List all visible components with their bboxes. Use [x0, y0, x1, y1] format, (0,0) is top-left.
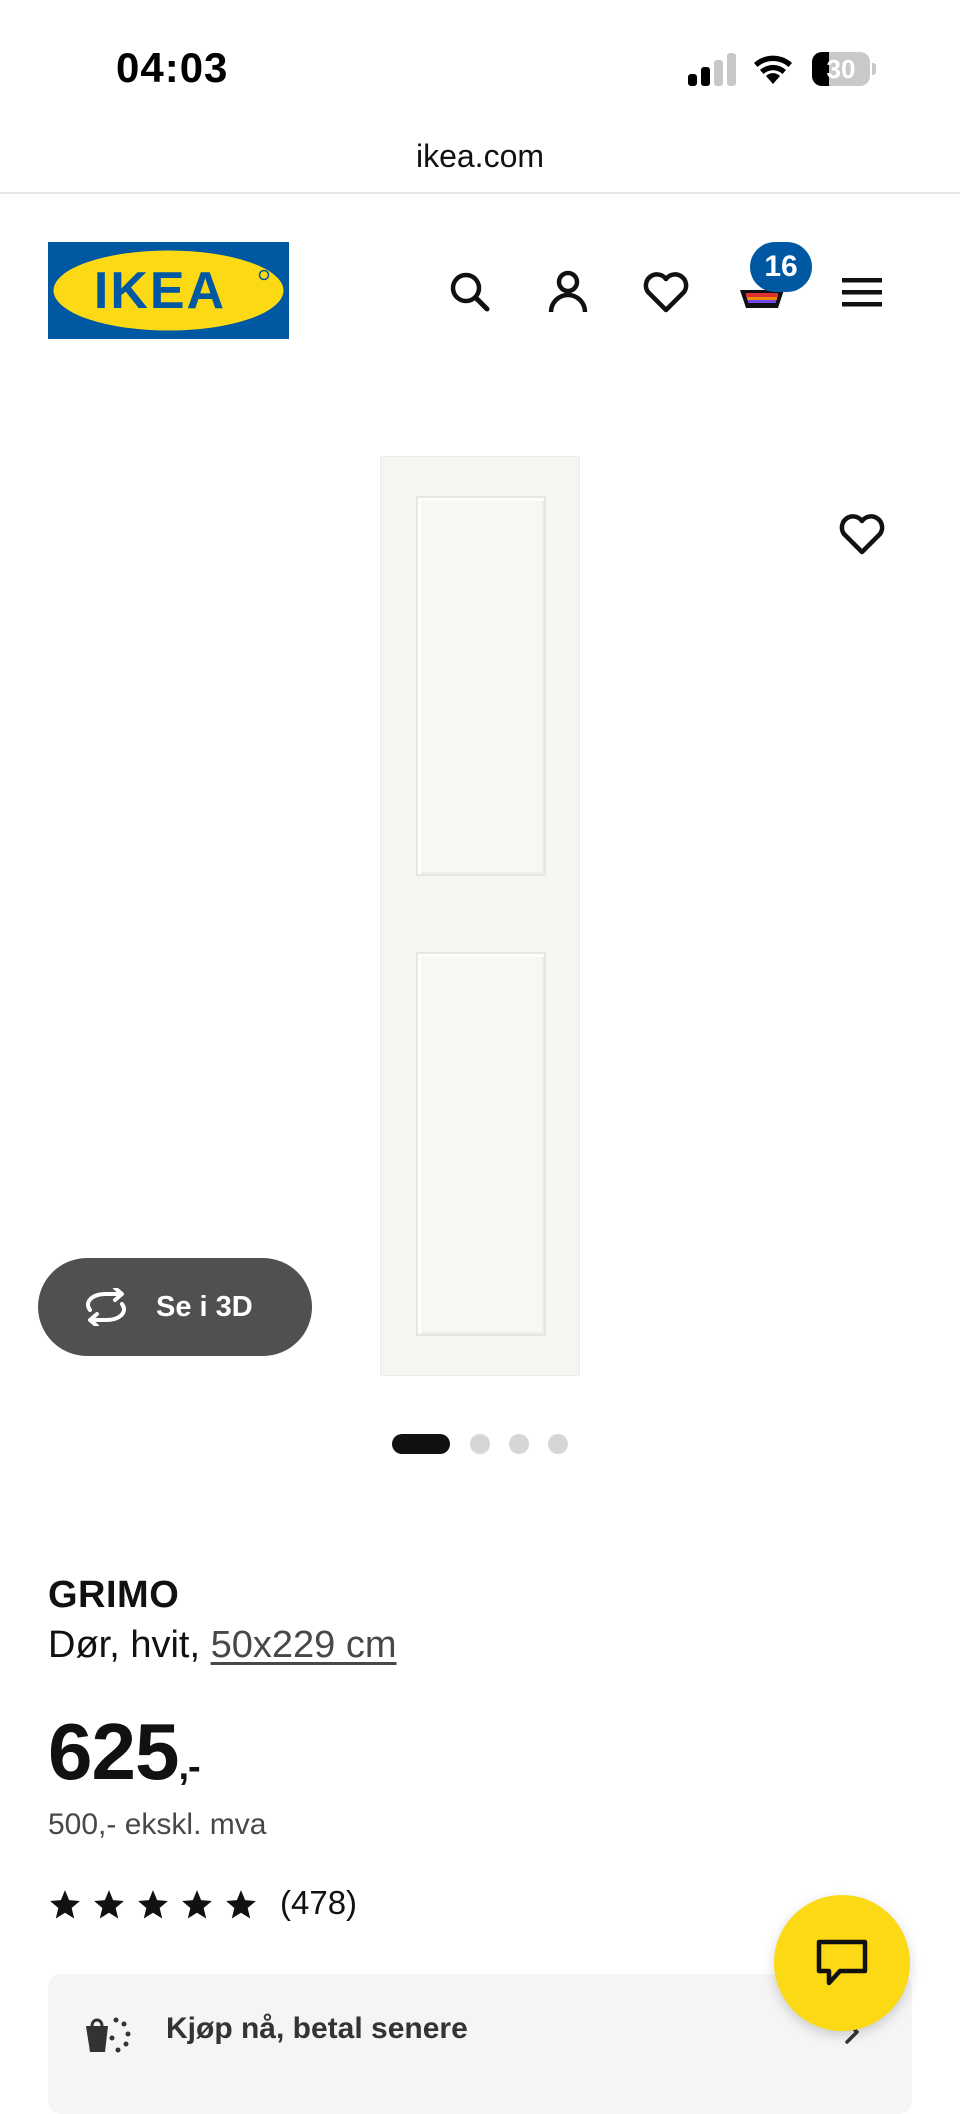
status-time: 04:03: [116, 44, 229, 91]
logo-text: IKEA: [94, 262, 226, 320]
door-panel-bottom: [416, 952, 546, 1336]
payment-bag-icon: [86, 2017, 131, 2053]
view-in-3d-button[interactable]: Se i 3D: [38, 1258, 312, 1356]
battery-level: 30: [826, 54, 856, 84]
chat-bubble-icon: [816, 1939, 868, 1986]
gallery-dot-3[interactable]: [509, 1434, 529, 1454]
price-ex-vat: 500,- ekskl. mva: [48, 1808, 267, 1841]
menu-icon[interactable]: [836, 266, 888, 318]
url-divider: [0, 192, 960, 194]
price-amount: 625: [48, 1707, 179, 1796]
product-name: GRIMO: [48, 1574, 180, 1616]
review-count[interactable]: (478): [280, 1884, 357, 1922]
gallery-dot-1[interactable]: [392, 1434, 450, 1454]
ikea-logo[interactable]: IKEA: [48, 242, 289, 339]
door-panel-top: [416, 496, 546, 876]
product-description: Dør, hvit, 50x229 cm: [48, 1624, 396, 1667]
star-icon: [182, 1890, 212, 1919]
star-icon: [50, 1890, 80, 1919]
rotate-3d-icon: [86, 1288, 126, 1326]
product-price: 625,-: [48, 1706, 201, 1798]
product-image[interactable]: [380, 456, 580, 1376]
star-icon: [94, 1890, 124, 1919]
star-icon: [226, 1890, 256, 1919]
product-type: Dør, hvit,: [48, 1624, 201, 1666]
product-size-link[interactable]: 50x229 cm: [211, 1624, 397, 1666]
logo-graphic: IKEA: [53, 250, 284, 331]
gallery-dot-4[interactable]: [548, 1434, 568, 1454]
signal-icon: [688, 52, 736, 86]
search-icon[interactable]: [444, 266, 496, 318]
gallery-dot-2[interactable]: [470, 1434, 490, 1454]
cart-count-badge[interactable]: 16: [750, 242, 812, 292]
view-in-3d-label: Se i 3D: [156, 1291, 253, 1323]
account-icon[interactable]: [542, 266, 594, 318]
wishlist-icon[interactable]: [640, 266, 692, 318]
wifi-icon: [754, 55, 792, 84]
chat-button[interactable]: [774, 1895, 910, 2031]
add-to-favourites-icon[interactable]: [836, 508, 888, 560]
price-suffix: ,-: [178, 1746, 200, 1788]
battery-icon: 30: [812, 52, 876, 86]
buy-now-pay-later-label: Kjøp nå, betal senere: [166, 2012, 468, 2045]
star-icon: [138, 1890, 168, 1919]
browser-url[interactable]: ikea.com: [0, 138, 960, 175]
